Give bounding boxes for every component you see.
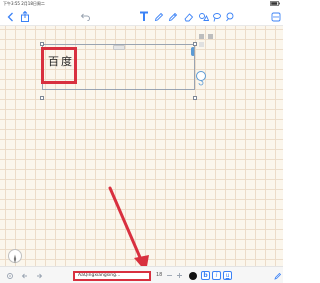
bold-button[interactable]: b [201, 271, 210, 280]
arrow-right-icon [37, 273, 43, 278]
rotate-handle[interactable] [196, 71, 206, 86]
italic-button[interactable]: i [212, 271, 221, 280]
lasso-tool-button[interactable] [211, 10, 222, 23]
chevron-left-icon [7, 12, 13, 21]
text-color-button[interactable] [188, 271, 197, 280]
eraser-tool-button[interactable] [182, 10, 194, 23]
color-dot-icon [188, 271, 197, 280]
undo-icon [80, 13, 90, 21]
more-button[interactable] [270, 10, 281, 23]
increase-size-button[interactable] [175, 271, 184, 280]
font-name-field[interactable]: AaQingxiangsing... [73, 271, 151, 281]
color-swatch[interactable] [199, 34, 204, 39]
pen-tool-button[interactable] [153, 10, 164, 23]
magnifier-image-icon [225, 12, 233, 21]
text-tool-icon [140, 11, 148, 21]
more-icon [271, 12, 280, 21]
color-swatch[interactable] [208, 34, 213, 39]
status-time: 下午3:55 2月18日周二 [3, 1, 45, 6]
shape-tool-button[interactable] [197, 10, 209, 23]
pencil-tool-button[interactable] [167, 10, 178, 23]
lasso-icon [212, 12, 221, 22]
compass-icon [13, 254, 17, 264]
minus-icon [167, 275, 172, 276]
arrow-left-icon [21, 273, 27, 278]
prev-button[interactable] [20, 271, 30, 280]
text-tool-button[interactable] [138, 10, 150, 23]
plus-icon [177, 273, 182, 278]
pen-icon [273, 272, 281, 280]
next-button[interactable] [34, 271, 44, 280]
top-toolbar [0, 8, 283, 26]
text-box-content[interactable]: 百度 [48, 53, 74, 69]
status-bar: 下午3:55 2月18日周二 [0, 0, 283, 8]
battery-icon [270, 1, 280, 6]
decrease-size-button[interactable] [165, 271, 174, 280]
back-button[interactable] [5, 10, 15, 23]
font-size-value[interactable]: 18 [156, 272, 162, 278]
compass-button[interactable] [8, 249, 22, 264]
text-format-bar: AaQingxiangsing... 18 b i u [0, 266, 283, 283]
resize-handle-bottom-left[interactable] [40, 96, 44, 100]
settings-button[interactable] [5, 271, 15, 280]
pen-icon [154, 12, 163, 21]
color-swatch[interactable] [199, 42, 204, 47]
resize-handle-top-left[interactable] [40, 42, 44, 46]
underline-button[interactable]: u [223, 271, 232, 280]
pencil-icon [168, 12, 177, 21]
gear-icon [7, 272, 13, 279]
shapes-icon [198, 12, 209, 21]
image-tool-button[interactable] [224, 10, 235, 23]
share-button[interactable] [19, 10, 30, 23]
resize-handle-bottom-right[interactable] [193, 96, 197, 100]
status-right [270, 1, 280, 7]
text-box[interactable]: 百度 [42, 44, 195, 90]
eraser-icon [183, 12, 193, 21]
undo-button[interactable] [79, 10, 90, 23]
resize-handle-top-right[interactable] [193, 42, 197, 46]
pen-mode-button[interactable] [273, 271, 282, 280]
rotate-icon [198, 80, 204, 86]
share-icon [20, 11, 29, 22]
